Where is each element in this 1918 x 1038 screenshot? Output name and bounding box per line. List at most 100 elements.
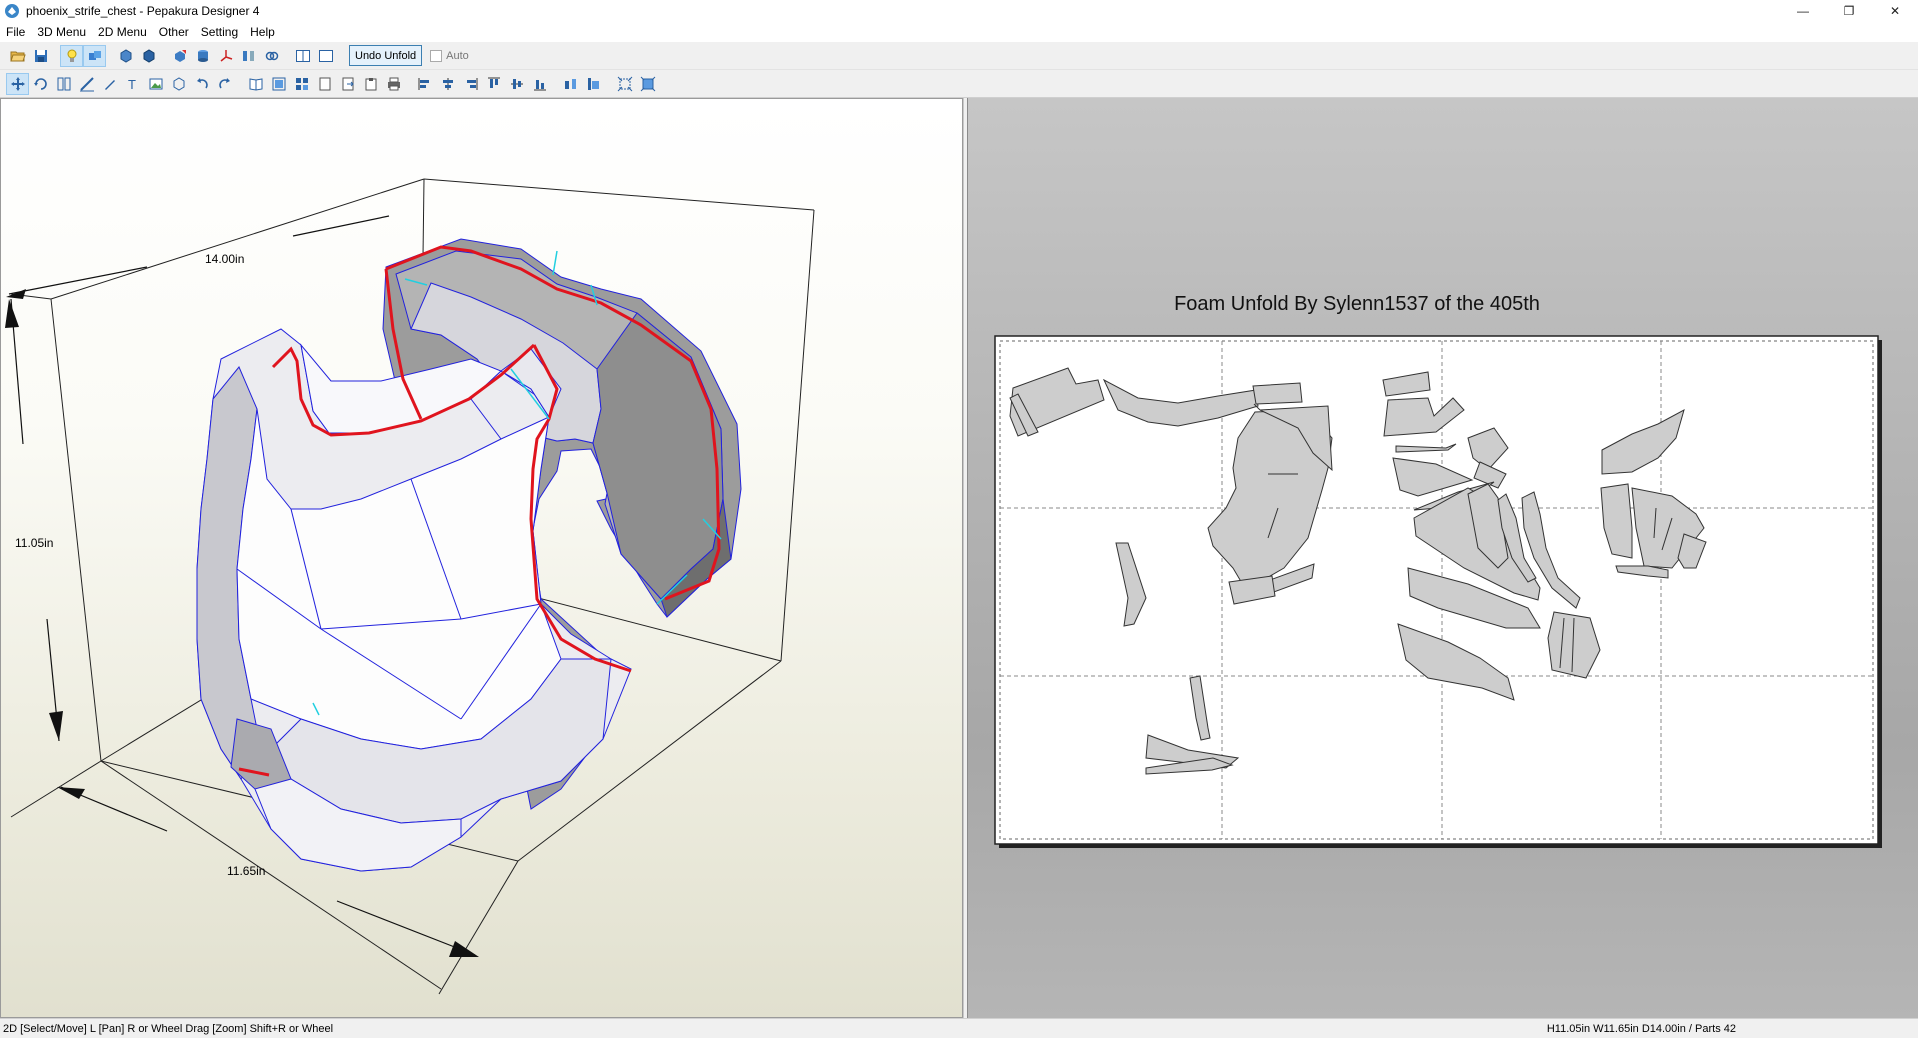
distribute-h-icon (564, 78, 576, 89)
align-center-button[interactable] (436, 73, 459, 95)
align-middle-button[interactable] (505, 73, 528, 95)
single-view-icon (318, 49, 333, 62)
page-icon (319, 77, 330, 90)
rotate-icon (33, 77, 47, 90)
align-top-icon (487, 77, 500, 88)
columns-icon (242, 50, 254, 61)
join-button[interactable] (260, 45, 283, 67)
distribute-h-button[interactable] (559, 73, 582, 95)
axis-button[interactable] (214, 45, 237, 67)
page-button[interactable] (313, 73, 336, 95)
cylinder-icon (197, 49, 208, 62)
split-view-icon (295, 49, 310, 62)
dim-height-label: 11.05in (15, 536, 53, 550)
save-icon (34, 49, 47, 62)
print-preview-button[interactable] (359, 73, 382, 95)
menu-setting[interactable]: Setting (201, 25, 238, 39)
select-move-icon (10, 76, 25, 91)
single-view-button[interactable] (314, 45, 337, 67)
menu-help[interactable]: Help (250, 25, 275, 39)
auto-label: Auto (446, 49, 469, 62)
grid-icon (295, 77, 308, 90)
maximize-button[interactable]: ❐ (1826, 0, 1872, 22)
paint-cube-icon (174, 49, 186, 62)
join-edge-icon (57, 77, 70, 90)
lightbulb-icon (67, 49, 76, 62)
svg-text:T: T (128, 77, 136, 92)
rotate-model-button[interactable] (114, 45, 137, 67)
clipboard-icon (365, 77, 376, 90)
align-left-button[interactable] (413, 73, 436, 95)
zoom-all-icon (640, 76, 655, 91)
rotate-part-tool[interactable] (29, 73, 52, 95)
distribute-v-button[interactable] (582, 73, 605, 95)
dim-depth-label: 11.65in (227, 864, 265, 878)
menu-3d[interactable]: 3D Menu (37, 25, 86, 39)
select-move-tool[interactable] (6, 72, 29, 95)
status-dimensions: H11.05in W11.65in D14.00in / Parts 42 (1546, 1022, 1736, 1035)
text-tool[interactable]: T (121, 73, 144, 95)
chest-armor-model[interactable] (196, 238, 742, 872)
fit-view-button[interactable] (613, 73, 636, 95)
text-icon: T (128, 77, 136, 92)
menu-bar: File 3D Menu 2D Menu Other Setting Help (0, 22, 1918, 42)
move-model-button[interactable] (137, 45, 160, 67)
split-view-button[interactable] (291, 45, 314, 67)
cubes-icon (88, 50, 101, 60)
redo-icon (218, 77, 230, 88)
align-bottom-icon (533, 79, 546, 90)
fit-view-icon (617, 76, 632, 91)
undo-unfold-button[interactable]: Undo Unfold (349, 45, 423, 66)
move-cube-icon (143, 48, 154, 63)
scale-button[interactable] (237, 45, 260, 67)
light-button[interactable] (60, 44, 83, 67)
pencil-line-icon (79, 76, 94, 91)
printer-icon (387, 77, 400, 90)
axis-icon (220, 49, 232, 62)
pen-icon (104, 79, 115, 90)
undo-icon (196, 77, 208, 88)
auto-checkbox[interactable] (430, 49, 443, 62)
close-button[interactable]: ✕ (1872, 0, 1918, 22)
status-hint: 2D [Select/Move] L [Pan] R or Wheel Drag… (3, 1022, 334, 1035)
align-middle-icon (510, 78, 523, 89)
page-layout-button[interactable] (244, 73, 267, 95)
export-button[interactable] (336, 73, 359, 95)
menu-2d[interactable]: 2D Menu (98, 25, 147, 39)
align-top-button[interactable] (482, 73, 505, 95)
layout-title: Foam Unfold By Sylenn1537 of the 405th (1174, 293, 1540, 315)
align-right-button[interactable] (459, 73, 482, 95)
print-button[interactable] (382, 73, 405, 95)
show-3d-tool[interactable] (167, 73, 190, 95)
arrange-button[interactable] (267, 73, 290, 95)
redo-button[interactable] (213, 73, 236, 95)
join-edge-tool[interactable] (52, 73, 75, 95)
minimize-button[interactable]: — (1780, 0, 1826, 22)
2d-layout-canvas[interactable]: Foam Unfold By Sylenn1537 of the 405th (968, 98, 1918, 1018)
image-tool[interactable] (144, 73, 167, 95)
edit-toolbar: T (0, 70, 1918, 98)
2d-unfold-view[interactable]: Foam Unfold By Sylenn1537 of the 405th (968, 98, 1918, 1018)
zoom-all-button[interactable] (636, 73, 659, 95)
arrange-icon (272, 77, 285, 90)
fold-line-tool[interactable] (75, 73, 98, 95)
grid-button[interactable] (290, 73, 313, 95)
align-bottom-button[interactable] (528, 73, 551, 95)
undo-button[interactable] (190, 73, 213, 95)
edit-flap-tool[interactable] (98, 73, 121, 95)
title-bar: phoenix_strife_chest - Pepakura Designer… (0, 0, 1918, 22)
paint-face-button[interactable] (168, 45, 191, 67)
cylinder-button[interactable] (191, 45, 214, 67)
texture-button[interactable] (83, 44, 106, 67)
status-bar: 2D [Select/Move] L [Pan] R or Wheel Drag… (0, 1018, 1918, 1038)
menu-file[interactable]: File (6, 25, 25, 39)
distribute-v-icon (587, 77, 599, 90)
open-button[interactable] (6, 45, 29, 67)
save-button[interactable] (29, 45, 52, 67)
image-icon (149, 78, 162, 89)
3d-model-canvas[interactable]: 14.00in 11.05in 11.65in (1, 99, 963, 1018)
menu-other[interactable]: Other (159, 25, 189, 39)
align-center-icon (442, 77, 453, 90)
auto-checkbox-wrap[interactable]: Auto (430, 49, 469, 62)
3d-view[interactable]: 14.00in 11.05in 11.65in (0, 98, 963, 1018)
